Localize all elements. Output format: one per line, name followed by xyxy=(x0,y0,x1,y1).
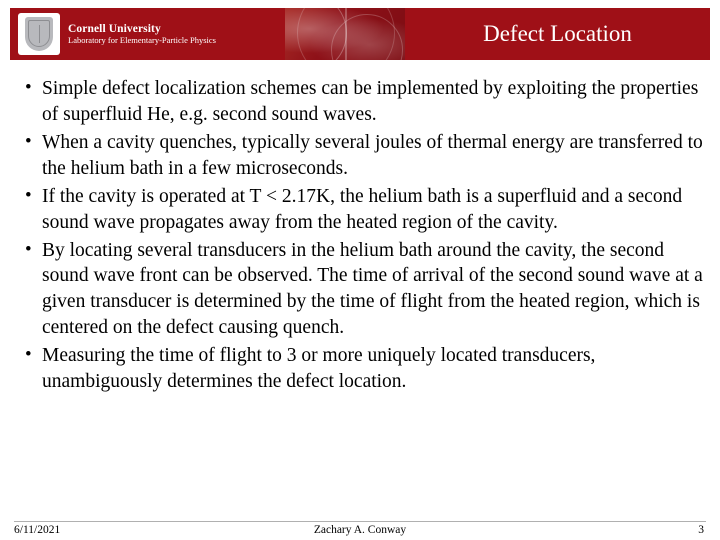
footer-author: Zachary A. Conway xyxy=(313,524,407,536)
footer-divider xyxy=(14,521,706,522)
logo-lab-name: Laboratory for Elementary-Particle Physi… xyxy=(68,34,216,45)
list-item: If the cavity is operated at T < 2.17K, … xyxy=(14,183,708,236)
list-item: Simple defect localization schemes can b… xyxy=(14,75,708,128)
page-title: Defect Location xyxy=(483,21,632,46)
slide-header-banner: Cornell University Laboratory for Elemen… xyxy=(10,8,710,60)
cornell-crest-icon xyxy=(18,13,60,55)
logo-text: Cornell University Laboratory for Elemen… xyxy=(68,23,216,46)
footer-page-number: 3 xyxy=(698,524,704,536)
accelerator-photo xyxy=(285,8,405,60)
logo-university-name: Cornell University xyxy=(68,22,161,35)
list-item: By locating several transducers in the h… xyxy=(14,237,708,342)
list-item: When a cavity quenches, typically severa… xyxy=(14,129,708,182)
bullet-list: Simple defect localization schemes can b… xyxy=(14,75,708,395)
slide-footer: 6/11/2021 Zachary A. Conway 3 xyxy=(14,524,706,540)
logo-block: Cornell University Laboratory for Elemen… xyxy=(10,8,285,60)
slide-body: Simple defect localization schemes can b… xyxy=(14,75,708,397)
list-item: Measuring the time of flight to 3 or mor… xyxy=(14,342,708,395)
